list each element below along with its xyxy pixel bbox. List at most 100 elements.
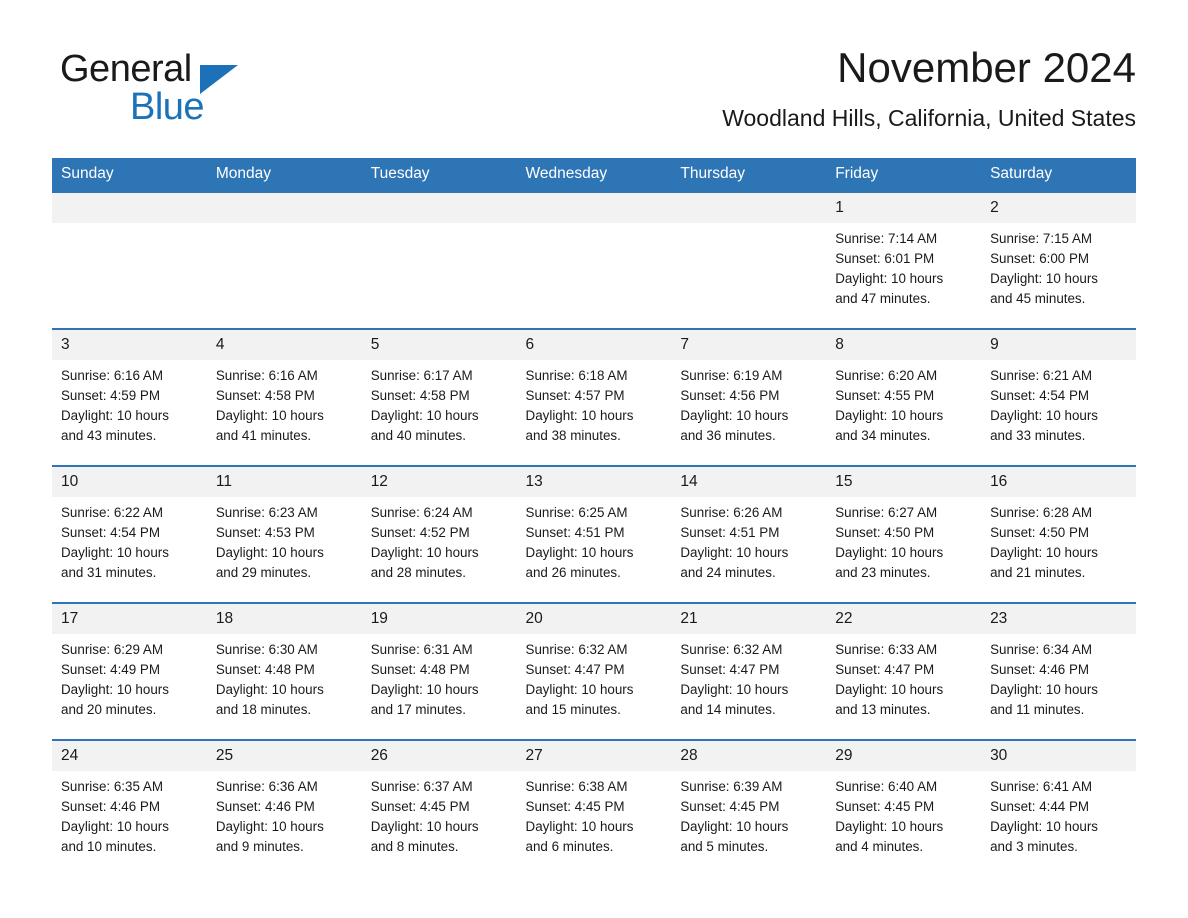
day-number: 17 [52,604,207,634]
day-number: 14 [671,467,827,497]
daylight-duration-line1: Daylight: 10 hours [680,682,789,697]
calendar-day-cell[interactable]: 28 Sunrise: 6:39 AM Sunset: 4:45 PM Dayligh… [671,739,827,876]
calendar-day-cell[interactable]: 6 Sunrise: 6:18 AM Sunset: 4:57 PM Daylight… [516,328,672,466]
calendar-day-cell[interactable]: 12 Sunrise: 6:24 AM Sunset: 4:52 PM Dayligh… [361,465,517,603]
daylight-duration-line2: and 26 minutes. [525,565,621,580]
day-number: 5 [361,330,517,360]
day-number: 2 [981,193,1136,223]
sunrise-time: Sunrise: 6:29 AM [61,642,163,657]
sunset-time: Sunset: 4:49 PM [61,662,160,677]
calendar-day-cell[interactable]: 26 Sunrise: 6:37 AM Sunset: 4:45 PM Dayligh… [361,739,517,876]
daylight-duration-line1: Daylight: 10 hours [215,819,324,834]
logo-text-blue: Blue [130,86,205,128]
daylight-duration-line2: and 4 minutes. [835,839,924,854]
calendar-day-cell[interactable]: 13 Sunrise: 6:25 AM Sunset: 4:51 PM Dayligh… [516,465,672,603]
day-number: 26 [361,741,517,771]
sunrise-time: Sunrise: 6:34 AM [990,642,1093,657]
general-blue-logo[interactable]: General Blue [52,50,352,142]
daylight-duration-line2: and 20 minutes. [61,702,157,717]
day-number: 15 [826,467,982,497]
day-details: Sunrise: 6:24 AM Sunset: 4:52 PM Daylight:… [362,497,517,583]
calendar-day-cell[interactable]: 11 Sunrise: 6:23 AM Sunset: 4:53 PM Dayligh… [206,465,362,603]
sunset-time: Sunset: 4:45 PM [370,799,470,814]
page-title: November 2024 [837,44,1136,91]
calendar-day-cell[interactable]: 17 Sunrise: 6:29 AM Sunset: 4:49 PM Dayligh… [52,602,207,740]
calendar-day-cell[interactable]: 7 Sunrise: 6:19 AM Sunset: 4:56 PM Daylight… [671,328,827,466]
sunset-time: Sunset: 4:51 PM [680,525,780,540]
daylight-duration-line2: and 18 minutes. [215,702,312,717]
calendar-header-row: Sunday Monday Tuesday Wednesday Thursday… [52,158,1136,192]
daylight-duration-line1: Daylight: 10 hours [680,545,789,560]
sunset-time: Sunset: 4:53 PM [215,525,315,540]
calendar-day-cell[interactable]: 24 Sunrise: 6:35 AM Sunset: 4:46 PM Dayligh… [52,739,207,876]
calendar-day-cell[interactable]: 8 Sunrise: 6:20 AM Sunset: 4:55 PM Daylight… [826,328,982,466]
day-number: 23 [981,604,1136,634]
weekday-header-tuesday: Tuesday [361,158,517,192]
calendar-day-cell-empty [516,191,672,329]
daylight-duration-line2: and 3 minutes. [990,839,1078,854]
day-number: 8 [826,330,982,360]
sunset-time: Sunset: 4:47 PM [680,662,780,677]
calendar-day-cell[interactable]: 20 Sunrise: 6:32 AM Sunset: 4:47 PM Dayligh… [516,602,672,740]
sunset-time: Sunset: 4:48 PM [370,662,470,677]
daylight-duration-line1: Daylight: 10 hours [215,545,324,560]
daylight-duration-line2: and 47 minutes. [835,291,931,306]
day-details: Sunrise: 6:40 AM Sunset: 4:45 PM Daylight:… [826,771,981,857]
daylight-duration-line2: and 8 minutes. [370,839,459,854]
calendar-day-cell[interactable]: 10 Sunrise: 6:22 AM Sunset: 4:54 PM Dayligh… [52,465,207,603]
calendar-day-cell[interactable]: 22 Sunrise: 6:33 AM Sunset: 4:47 PM Dayligh… [826,602,982,740]
calendar-day-cell[interactable]: 30 Sunrise: 6:41 AM Sunset: 4:44 PM Dayligh… [981,739,1136,876]
daylight-duration-line2: and 23 minutes. [835,565,931,580]
day-number [206,193,362,223]
sunset-time: Sunset: 4:46 PM [990,662,1090,677]
calendar-page: General Blue November 2024 Woodland Hill… [0,0,1188,918]
calendar-day-cell[interactable]: 18 Sunrise: 6:30 AM Sunset: 4:48 PM Dayligh… [206,602,362,740]
calendar-day-cell[interactable]: 16 Sunrise: 6:28 AM Sunset: 4:50 PM Dayligh… [981,465,1136,603]
calendar-day-cell[interactable]: 3 Sunrise: 6:16 AM Sunset: 4:59 PM Daylight… [52,328,207,466]
calendar-day-cell[interactable]: 5 Sunrise: 6:17 AM Sunset: 4:58 PM Daylight… [361,328,517,466]
daylight-duration-line1: Daylight: 10 hours [525,545,634,560]
daylight-duration-line1: Daylight: 10 hours [215,682,324,697]
calendar-day-cell[interactable]: 23 Sunrise: 6:34 AM Sunset: 4:46 PM Dayligh… [981,602,1136,740]
day-details: Sunrise: 6:41 AM Sunset: 4:44 PM Daylight:… [981,771,1136,857]
sunrise-time: Sunrise: 7:14 AM [835,231,938,246]
calendar-day-cell-empty [206,191,362,329]
day-number: 18 [206,604,362,634]
sunrise-time: Sunrise: 6:16 AM [61,368,163,383]
calendar-day-cell[interactable]: 27 Sunrise: 6:38 AM Sunset: 4:45 PM Dayligh… [516,739,672,876]
day-number: 25 [206,741,362,771]
calendar-day-cell[interactable]: 25 Sunrise: 6:36 AM Sunset: 4:46 PM Dayligh… [206,739,362,876]
day-number: 7 [671,330,827,360]
calendar-day-cell[interactable]: 9 Sunrise: 6:21 AM Sunset: 4:54 PM Daylight… [981,328,1136,466]
sunrise-time: Sunrise: 6:33 AM [835,642,938,657]
day-details: Sunrise: 6:37 AM Sunset: 4:45 PM Daylight:… [362,771,517,857]
calendar-day-cell[interactable]: 19 Sunrise: 6:31 AM Sunset: 4:48 PM Dayligh… [361,602,517,740]
weekday-header-monday: Monday [206,158,362,192]
sunrise-time: Sunrise: 6:30 AM [215,642,318,657]
calendar-day-cell[interactable]: 1 Sunrise: 7:14 AM Sunset: 6:01 PM Daylight… [826,191,982,329]
daylight-duration-line2: and 9 minutes. [215,839,304,854]
daylight-duration-line1: Daylight: 10 hours [990,682,1098,697]
daylight-duration-line1: Daylight: 10 hours [990,271,1098,286]
day-details: Sunrise: 6:28 AM Sunset: 4:50 PM Daylight:… [981,497,1136,583]
sunset-time: Sunset: 4:45 PM [525,799,625,814]
daylight-duration-line2: and 17 minutes. [370,702,466,717]
sunset-time: Sunset: 4:50 PM [835,525,935,540]
day-number [516,193,672,223]
day-details: Sunrise: 6:22 AM Sunset: 4:54 PM Daylight:… [52,497,207,583]
day-number: 21 [671,604,827,634]
day-number: 13 [516,467,672,497]
day-details: Sunrise: 6:16 AM Sunset: 4:59 PM Daylight:… [52,360,207,446]
day-number: 19 [361,604,517,634]
calendar-day-cell[interactable]: 29 Sunrise: 6:40 AM Sunset: 4:45 PM Dayligh… [826,739,982,876]
calendar-day-cell[interactable]: 21 Sunrise: 6:32 AM Sunset: 4:47 PM Dayligh… [671,602,827,740]
calendar-day-cell[interactable]: 15 Sunrise: 6:27 AM Sunset: 4:50 PM Dayligh… [826,465,982,603]
calendar-day-cell[interactable]: 14 Sunrise: 6:26 AM Sunset: 4:51 PM Dayligh… [671,465,827,603]
sunset-time: Sunset: 4:44 PM [990,799,1090,814]
calendar-day-cell[interactable]: 2 Sunrise: 7:15 AM Sunset: 6:00 PM Daylight… [981,191,1136,329]
calendar-day-cell[interactable]: 4 Sunrise: 6:16 AM Sunset: 4:58 PM Daylight… [206,328,362,466]
day-number: 27 [516,741,672,771]
sunset-time: Sunset: 4:48 PM [215,662,315,677]
daylight-duration-line1: Daylight: 10 hours [61,682,169,697]
daylight-duration-line1: Daylight: 10 hours [835,682,944,697]
